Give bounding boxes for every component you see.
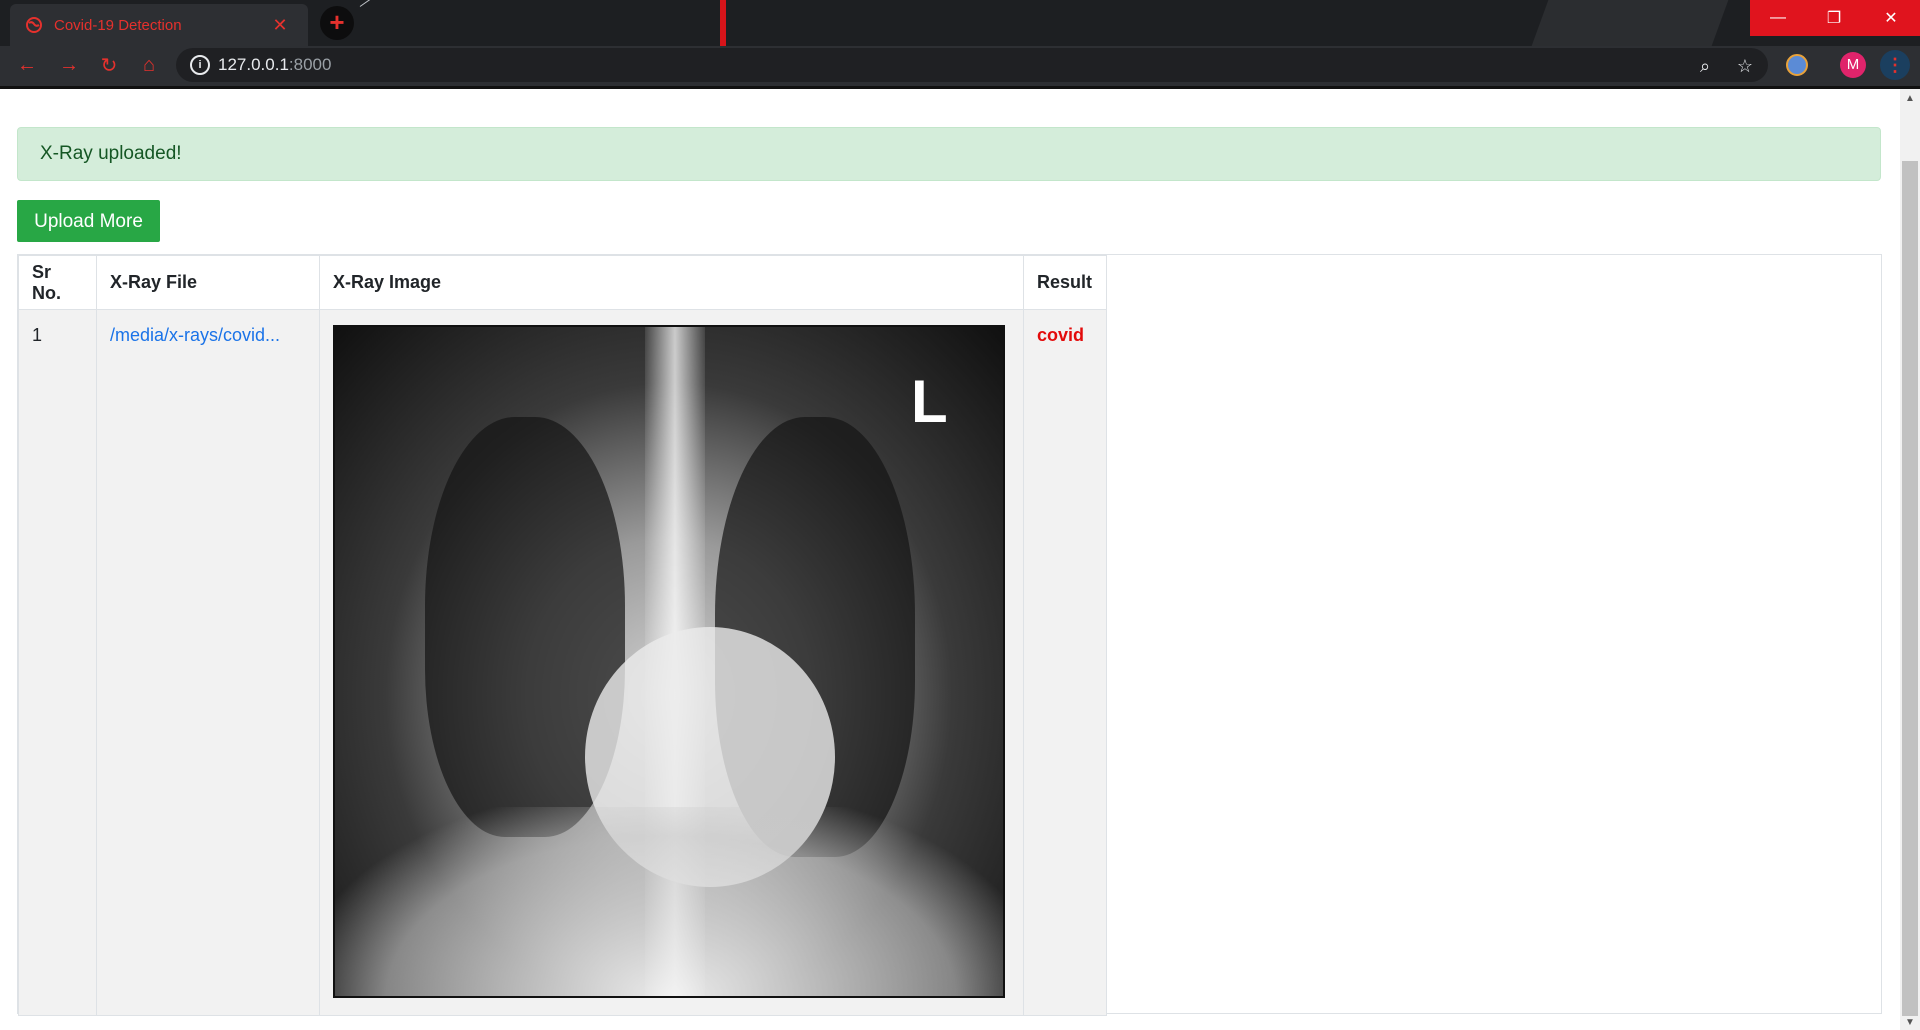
minimize-button[interactable]: — — [1750, 0, 1806, 36]
xray-diaphragm — [335, 807, 1003, 996]
tab-title: Covid-19 Detection — [54, 16, 182, 34]
toolbar-divider — [0, 86, 1920, 89]
globe-icon — [26, 17, 42, 33]
results-table: Sr No. X-Ray File X-Ray Image Result 1 /… — [18, 255, 1107, 1016]
reload-icon[interactable]: ↻ — [94, 50, 124, 80]
avatar[interactable]: M — [1840, 52, 1866, 78]
results-table-container: Sr No. X-Ray File X-Ray Image Result 1 /… — [17, 254, 1882, 1016]
url-port: :8000 — [288, 55, 332, 74]
browser-tab[interactable]: Covid-19 Detection ✕ — [10, 4, 308, 46]
scroll-down-icon[interactable]: ▼ — [1900, 1016, 1920, 1030]
url-text[interactable]: 127.0.0.1:8000 — [218, 55, 331, 75]
menu-icon[interactable]: ⋮ — [1880, 50, 1910, 80]
forward-icon[interactable]: → — [54, 50, 84, 80]
site-info-icon[interactable]: i — [190, 55, 210, 75]
browser-tab-strip: Covid-19 Detection ✕ + — ❐ ✕ — [0, 0, 1920, 46]
maximize-button[interactable]: ❐ — [1806, 0, 1862, 36]
scroll-up-icon[interactable]: ▲ — [1900, 89, 1920, 109]
result-label: covid — [1023, 309, 1107, 1016]
wallpaper-decoration — [1531, 0, 1729, 46]
browser-toolbar: ← → ↻ ⌂ i 127.0.0.1:8000 ⌕ ☆ M ⋮ — [0, 46, 1920, 86]
address-bar[interactable]: i 127.0.0.1:8000 ⌕ ☆ — [176, 48, 1768, 82]
close-window-button[interactable]: ✕ — [1862, 0, 1920, 36]
url-host: 127.0.0.1 — [218, 55, 289, 74]
header-xray-image: X-Ray Image — [319, 255, 1024, 310]
home-icon[interactable]: ⌂ — [134, 50, 164, 80]
wallpaper-decoration — [720, 0, 726, 46]
header-result: Result — [1023, 255, 1107, 310]
header-sr-no: Sr No. — [18, 255, 97, 310]
page-scrollbar[interactable]: ▲ ▼ — [1900, 89, 1920, 1030]
table-header-row: Sr No. X-Ray File X-Ray Image Result — [18, 255, 1107, 310]
success-alert: X-Ray uploaded! — [17, 127, 1881, 181]
cell-sr-no: 1 — [18, 309, 97, 1016]
xray-image: L — [333, 325, 1005, 998]
table-row: 1 /media/x-rays/covid... L covid — [18, 309, 1107, 1016]
upload-more-button[interactable]: Upload More — [17, 200, 160, 242]
back-icon[interactable]: ← — [12, 50, 42, 80]
bookmark-star-icon[interactable]: ☆ — [1734, 55, 1756, 77]
zoom-icon[interactable]: ⌕ — [1694, 55, 1716, 77]
wallpaper-decoration — [359, 0, 435, 7]
cell-xray-image: L — [319, 309, 1024, 1016]
tab-close-icon[interactable]: ✕ — [270, 15, 290, 36]
extension-icon[interactable] — [1786, 54, 1808, 76]
xray-file-link[interactable]: /media/x-rays/covid... — [96, 309, 320, 1016]
xray-side-marker: L — [911, 368, 948, 435]
new-tab-button[interactable]: + — [320, 6, 354, 40]
header-xray-file: X-Ray File — [96, 255, 320, 310]
scroll-thumb[interactable] — [1902, 161, 1918, 1016]
